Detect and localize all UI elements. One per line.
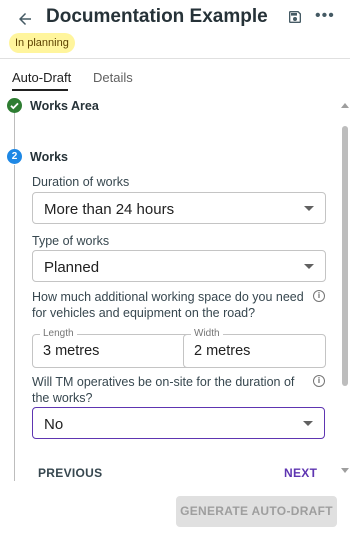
length-field-label: Length [40, 328, 77, 340]
step-connector [14, 113, 15, 149]
chevron-down-icon [304, 264, 314, 269]
type-select-value: Planned [44, 259, 100, 276]
chevron-down-icon [303, 421, 313, 426]
type-label: Type of works [32, 234, 110, 248]
header-divider [0, 58, 350, 59]
step-label-works-area[interactable]: Works Area [30, 99, 99, 113]
scroll-up-icon[interactable] [341, 103, 349, 108]
info-icon[interactable]: i [313, 290, 325, 302]
scroll-down-icon[interactable] [341, 468, 349, 473]
duration-select-value: More than 24 hours [44, 201, 175, 218]
length-field-value: 3 metres [43, 343, 100, 359]
scrollbar-thumb[interactable] [342, 126, 348, 386]
working-space-question: How much additional working space do you… [32, 290, 304, 320]
more-horizontal-icon[interactable]: ••• [315, 8, 335, 24]
tab-details[interactable]: Details [93, 71, 133, 85]
tm-operatives-select-value: No [44, 416, 64, 433]
generate-auto-draft-button[interactable]: GENERATE AUTO-DRAFT [176, 496, 337, 527]
status-badge: In planning [9, 33, 75, 53]
tab-auto-draft[interactable]: Auto-Draft [12, 71, 71, 85]
width-field-value: 2 metres [194, 343, 251, 359]
type-select[interactable]: Planned [32, 250, 326, 282]
tab-active-indicator [12, 89, 68, 91]
tm-operatives-question: Will TM operatives be on-site for the du… [32, 375, 295, 405]
save-icon[interactable] [287, 9, 303, 25]
previous-button[interactable]: PREVIOUS [38, 466, 102, 480]
step-number-badge: 2 [7, 149, 22, 164]
page-title: Documentation Example [46, 6, 268, 27]
width-field-label: Width [191, 328, 223, 340]
duration-select[interactable]: More than 24 hours [32, 192, 326, 224]
duration-label: Duration of works [32, 175, 130, 189]
step-completed-icon [7, 98, 22, 113]
chevron-down-icon [304, 206, 314, 211]
tm-operatives-select[interactable]: No [32, 407, 325, 439]
step-connector [14, 165, 15, 481]
length-field[interactable]: Length 3 metres [32, 328, 202, 368]
info-icon[interactable]: i [313, 375, 325, 387]
step-label-works[interactable]: Works [30, 150, 68, 164]
width-field[interactable]: Width 2 metres [183, 328, 326, 368]
next-button[interactable]: NEXT [284, 466, 317, 480]
arrow-left-icon[interactable] [16, 10, 34, 28]
check-icon [10, 102, 19, 110]
